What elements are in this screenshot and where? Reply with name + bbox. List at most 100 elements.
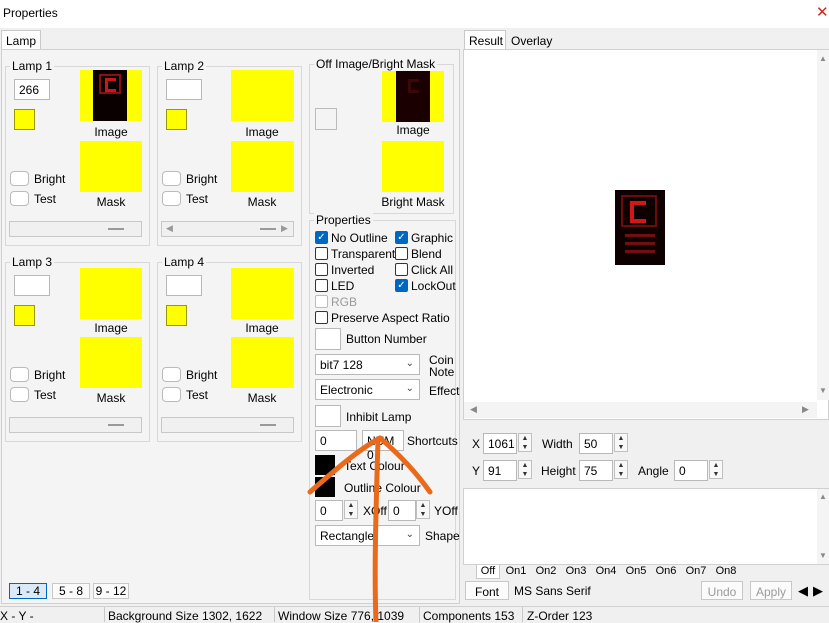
inhibit-lamp-input[interactable] bbox=[315, 405, 341, 427]
page-1-4-button[interactable]: 1 - 4 bbox=[9, 583, 47, 599]
page-5-8-button[interactable]: 5 - 8 bbox=[52, 583, 90, 599]
bright-mask-caption: Bright Mask bbox=[381, 195, 445, 209]
yoff-input[interactable]: 0 bbox=[388, 500, 416, 521]
lamp-1-test-checkbox[interactable] bbox=[10, 191, 29, 206]
lamp-1-mask[interactable] bbox=[80, 141, 142, 192]
undo-button[interactable]: Undo bbox=[701, 581, 743, 600]
graphic-checkbox[interactable]: ✓ bbox=[395, 231, 408, 244]
text-content-area[interactable]: ▲ ▼ bbox=[463, 488, 829, 565]
x-input[interactable]: 1061 bbox=[483, 433, 517, 454]
tab-on7[interactable]: On7 bbox=[682, 565, 710, 579]
lamp-2-bright-checkbox[interactable] bbox=[162, 171, 181, 186]
tab-on5[interactable]: On5 bbox=[622, 565, 650, 579]
lamp-1-bright-checkbox[interactable] bbox=[10, 171, 29, 186]
lamp-preview-graphic[interactable] bbox=[615, 190, 665, 265]
transparent-label: Transparent bbox=[331, 247, 396, 261]
x-spinner[interactable]: ▲ ▼ bbox=[518, 433, 532, 452]
lamp-1-value-input[interactable]: 266 bbox=[14, 79, 50, 100]
lamp-3-value-input[interactable] bbox=[14, 275, 50, 296]
lamp-2-image-caption: Image bbox=[245, 125, 279, 139]
off-image-thumbnail bbox=[396, 71, 430, 122]
click-all-checkbox[interactable] bbox=[395, 263, 408, 276]
bright-mask[interactable] bbox=[382, 141, 444, 192]
yoff-spinner[interactable]: ▲ ▼ bbox=[416, 500, 430, 519]
arrow-left-icon[interactable]: ◀ bbox=[798, 583, 808, 599]
no-outline-checkbox[interactable]: ✓ bbox=[315, 231, 328, 244]
transparent-checkbox[interactable] bbox=[315, 247, 328, 260]
lamp-1-test-label: Test bbox=[34, 192, 57, 206]
button-number-input[interactable] bbox=[315, 328, 341, 350]
angle-spinner[interactable]: ▲ ▼ bbox=[709, 460, 723, 479]
tab-lamp[interactable]: Lamp bbox=[1, 30, 41, 50]
lamp-3-image[interactable] bbox=[80, 268, 142, 319]
tab-on4[interactable]: On4 bbox=[592, 565, 620, 579]
arrow-right-icon[interactable]: ▶ bbox=[813, 583, 823, 599]
lamp-4-colour-swatch[interactable] bbox=[166, 305, 187, 326]
inverted-checkbox[interactable] bbox=[315, 263, 328, 276]
coin-note-select[interactable]: bit7 128 ⌄ bbox=[315, 354, 420, 375]
width-label: Width bbox=[542, 437, 573, 451]
effect-select[interactable]: Electronic ⌄ bbox=[315, 379, 420, 400]
led-checkbox[interactable] bbox=[315, 279, 328, 292]
shortcut-input[interactable]: 0 bbox=[315, 430, 357, 451]
lamp-2-mask-caption: Mask bbox=[247, 195, 277, 209]
lamp-2-test-checkbox[interactable] bbox=[162, 191, 181, 206]
lamp-3-colour-swatch[interactable] bbox=[14, 305, 35, 326]
apply-button[interactable]: Apply bbox=[750, 581, 792, 600]
lamp-2-image[interactable] bbox=[231, 70, 294, 121]
lamp-2-value-input[interactable] bbox=[166, 79, 202, 100]
preview-horizontal-scrollbar[interactable]: ◀ ▶ bbox=[464, 402, 817, 418]
y-input[interactable]: 91 bbox=[483, 460, 517, 481]
page-9-12-button[interactable]: 9 - 12 bbox=[93, 583, 129, 599]
width-input[interactable]: 50 bbox=[579, 433, 613, 454]
lamp-3-test-checkbox[interactable] bbox=[10, 387, 29, 402]
font-button[interactable]: Font bbox=[465, 581, 509, 600]
lamp-2-slider[interactable]: ◀ ▶ bbox=[161, 221, 294, 237]
blend-checkbox[interactable] bbox=[395, 247, 408, 260]
height-spinner[interactable]: ▲ ▼ bbox=[614, 460, 628, 479]
num-shortcut-input[interactable]: NUM 0 bbox=[362, 430, 404, 462]
tab-on2[interactable]: On2 bbox=[532, 565, 560, 579]
title-bar bbox=[0, 0, 829, 28]
tab-overlay[interactable]: Overlay bbox=[507, 31, 553, 49]
lamp-4-slider[interactable] bbox=[161, 417, 294, 433]
shape-select[interactable]: Rectangle ⌄ bbox=[315, 525, 420, 546]
coin-note-value: bit7 128 bbox=[320, 358, 363, 372]
lamp-4-test-checkbox[interactable] bbox=[162, 387, 181, 402]
lamp-1-slider[interactable] bbox=[9, 221, 142, 237]
off-image[interactable] bbox=[382, 71, 444, 122]
lamp-1-image[interactable] bbox=[80, 70, 142, 121]
lamp-3-mask[interactable] bbox=[80, 337, 142, 388]
lamp-4-bright-checkbox[interactable] bbox=[162, 367, 181, 382]
width-spinner[interactable]: ▲ ▼ bbox=[614, 433, 628, 452]
lamp-4-image[interactable] bbox=[231, 268, 294, 319]
close-icon[interactable]: ✕ bbox=[816, 5, 829, 21]
lamp-3-slider[interactable] bbox=[9, 417, 142, 433]
preview-vertical-scrollbar[interactable]: ▲ ▼ bbox=[817, 50, 829, 400]
angle-input[interactable]: 0 bbox=[674, 460, 708, 481]
lamp-3-bright-checkbox[interactable] bbox=[10, 367, 29, 382]
tab-on3[interactable]: On3 bbox=[562, 565, 590, 579]
lamp-2-colour-swatch[interactable] bbox=[166, 109, 187, 130]
tab-on6[interactable]: On6 bbox=[652, 565, 680, 579]
tab-on1[interactable]: On1 bbox=[502, 565, 530, 579]
text-colour-swatch[interactable] bbox=[315, 455, 335, 475]
tab-off[interactable]: Off bbox=[476, 565, 500, 579]
preserve-aspect-checkbox[interactable] bbox=[315, 311, 328, 324]
lamp-1-colour-swatch[interactable] bbox=[14, 109, 35, 130]
lamp-2-mask[interactable] bbox=[231, 141, 294, 192]
xoff-spinner[interactable]: ▲ ▼ bbox=[344, 500, 358, 519]
height-input[interactable]: 75 bbox=[579, 460, 613, 481]
tab-result[interactable]: Result bbox=[464, 30, 506, 50]
lamp-4-mask[interactable] bbox=[231, 337, 294, 388]
xoff-input[interactable]: 0 bbox=[315, 500, 343, 521]
off-colour-swatch[interactable] bbox=[315, 108, 337, 130]
tab-on8[interactable]: On8 bbox=[712, 565, 740, 579]
lockout-checkbox[interactable]: ✓ bbox=[395, 279, 408, 292]
no-outline-label: No Outline bbox=[331, 231, 388, 245]
lamp-4-value-input[interactable] bbox=[166, 275, 202, 296]
result-preview[interactable]: ▲ ▼ ◀ ▶ bbox=[463, 49, 829, 420]
outline-colour-swatch[interactable] bbox=[315, 477, 335, 497]
text-area-scrollbar[interactable]: ▲ ▼ bbox=[817, 489, 829, 564]
y-spinner[interactable]: ▲ ▼ bbox=[518, 460, 532, 479]
